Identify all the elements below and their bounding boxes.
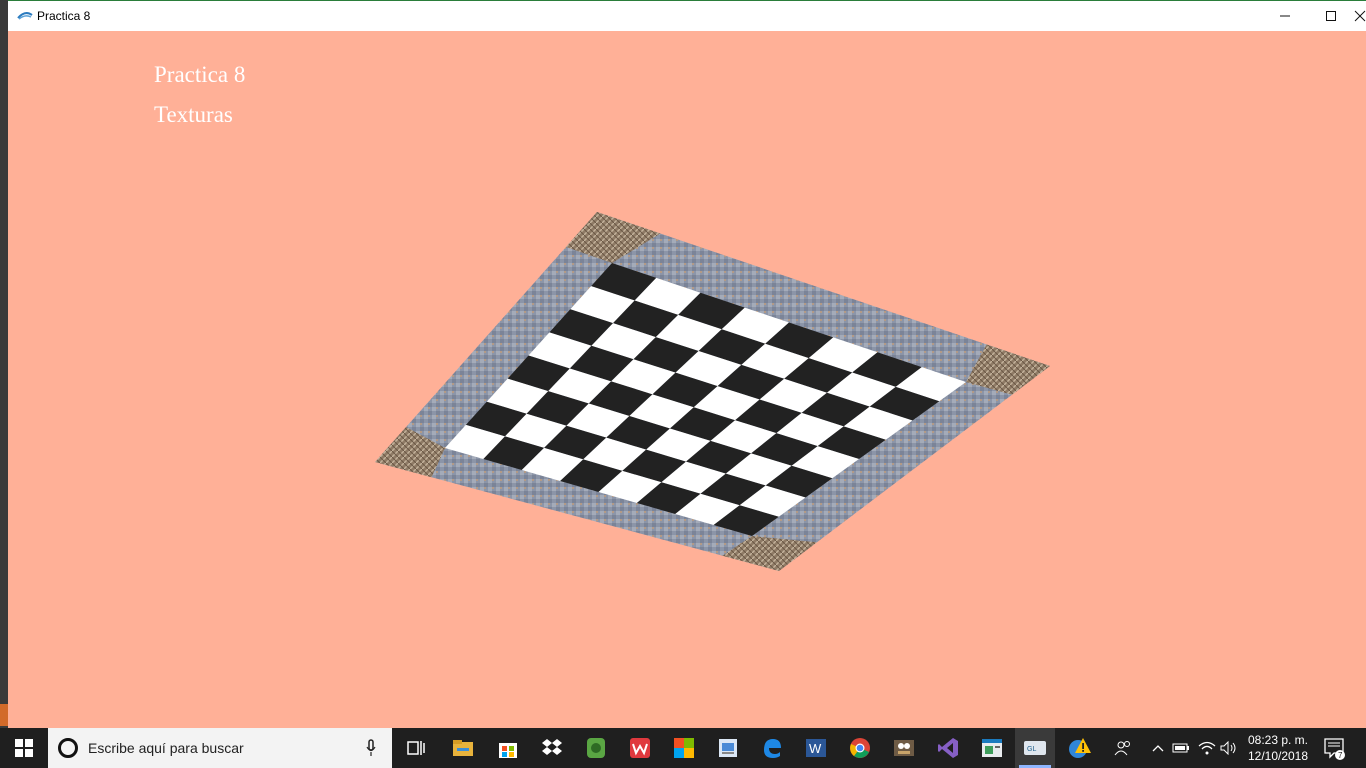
visual-studio-icon[interactable] xyxy=(936,736,960,760)
notification-center-icon[interactable]: 7 xyxy=(1322,736,1346,760)
wifi-button[interactable] xyxy=(1196,728,1218,768)
notification-count: 7 xyxy=(1338,751,1343,760)
word-icon[interactable]: W xyxy=(804,736,828,760)
people-icon xyxy=(1114,741,1130,756)
file-explorer-icon[interactable] xyxy=(451,736,475,760)
title-bar: Practica 8 xyxy=(8,0,1366,31)
windows-logo-icon xyxy=(15,739,33,757)
wps-office-icon[interactable] xyxy=(628,736,652,760)
clock-time: 08:23 p. m. xyxy=(1247,733,1309,747)
opengl-app-icon[interactable]: GL xyxy=(1023,736,1047,760)
evernote-icon[interactable] xyxy=(584,736,608,760)
battery-button[interactable] xyxy=(1170,728,1192,768)
clock[interactable]: 08:23 p. m. 12/10/2018 xyxy=(1238,732,1318,764)
desktop-edge xyxy=(0,0,8,728)
search-placeholder: Escribe aquí para buscar xyxy=(88,740,244,756)
office-icon[interactable] xyxy=(672,736,696,760)
window-title: Practica 8 xyxy=(37,9,91,23)
start-button[interactable] xyxy=(0,728,48,768)
app-icon xyxy=(17,12,33,20)
minimize-button[interactable] xyxy=(1262,1,1308,31)
app-window: Practica 8 Practica 8 Texturas xyxy=(8,0,1366,728)
minimize-icon xyxy=(1280,15,1290,17)
dropbox-icon[interactable] xyxy=(540,736,564,760)
people-button[interactable] xyxy=(1110,728,1136,768)
maximize-button[interactable] xyxy=(1308,1,1354,31)
svg-text:W: W xyxy=(809,741,822,756)
chessboard xyxy=(375,212,1050,571)
close-icon xyxy=(1354,10,1366,22)
store-icon[interactable] xyxy=(496,736,520,760)
photos-icon[interactable] xyxy=(716,736,740,760)
search-box[interactable]: Escribe aquí para buscar xyxy=(48,728,392,768)
gimp-icon[interactable] xyxy=(892,736,916,760)
close-button[interactable] xyxy=(1354,1,1366,31)
clock-date: 12/10/2018 xyxy=(1247,749,1309,763)
desktop-icon-fragment xyxy=(0,704,8,726)
svg-text:GL: GL xyxy=(1027,746,1036,753)
opengl-scene xyxy=(375,212,1050,571)
edge-icon[interactable] xyxy=(760,736,784,760)
battery-icon xyxy=(1172,743,1189,753)
volume-button[interactable] xyxy=(1218,728,1240,768)
warning-app-icon[interactable] xyxy=(1067,736,1091,760)
maximize-icon xyxy=(1326,11,1336,21)
microphone-icon[interactable] xyxy=(366,739,376,757)
app-window-icon[interactable] xyxy=(980,736,1004,760)
show-hidden-icons-button[interactable] xyxy=(1148,728,1168,768)
chrome-icon[interactable] xyxy=(848,736,872,760)
volume-icon xyxy=(1220,741,1236,755)
chevron-up-icon xyxy=(1152,745,1164,752)
taskbar: Escribe aquí para buscar W GL 08:23 p. m… xyxy=(0,728,1366,768)
wifi-icon xyxy=(1198,741,1216,755)
task-view-icon[interactable] xyxy=(404,736,428,760)
cortana-icon xyxy=(58,738,78,758)
